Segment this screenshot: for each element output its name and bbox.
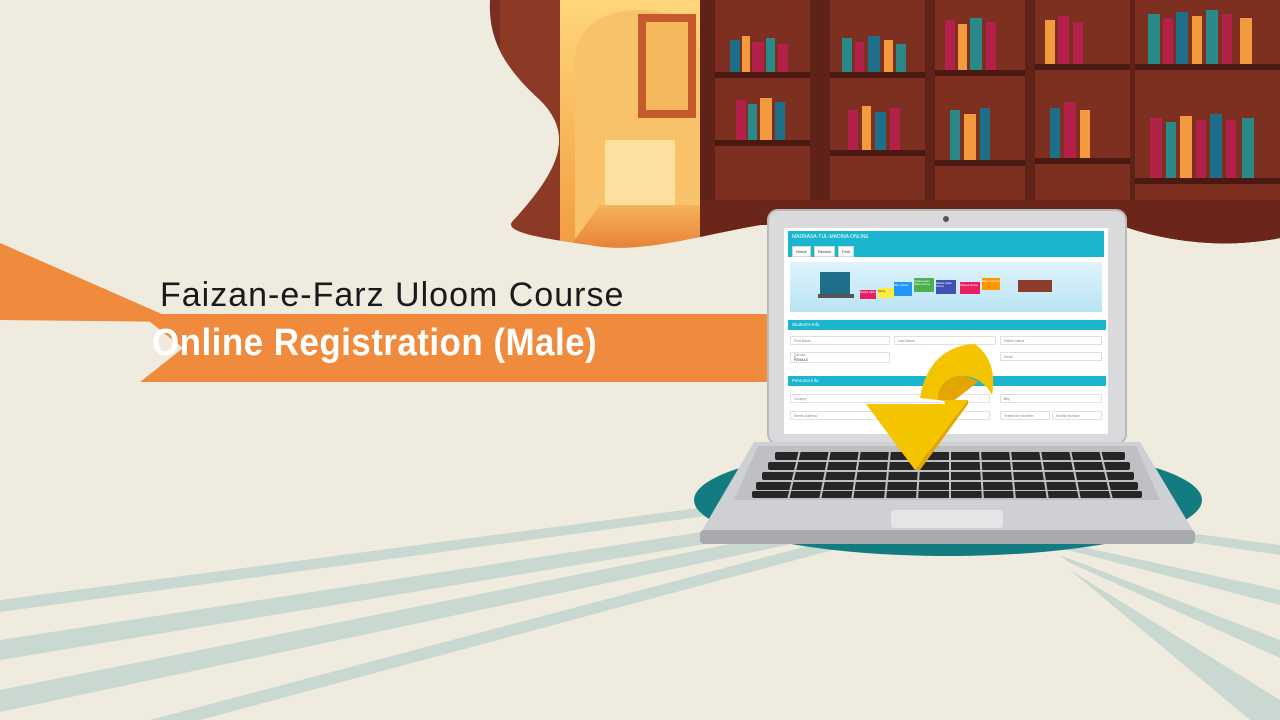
course-title: Faizan-e-Farz Uloom Course bbox=[160, 276, 625, 314]
registration-subtitle: Online Registration (Male) bbox=[152, 322, 598, 364]
